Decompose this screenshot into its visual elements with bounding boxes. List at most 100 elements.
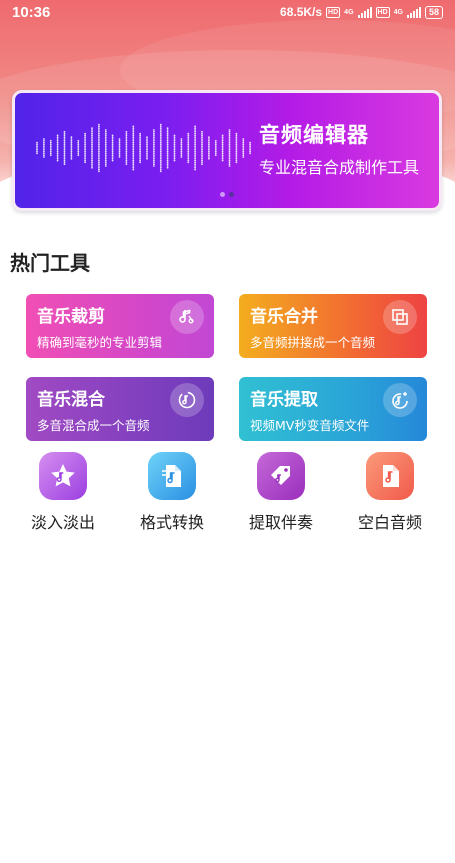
waveform-dot [194, 143, 197, 146]
waveform-dot [125, 132, 128, 135]
promo-banner[interactable]: 音频编辑器 专业混音合成制作工具 [12, 90, 442, 211]
waveform-dot [201, 157, 203, 160]
waveform-dot [118, 139, 121, 142]
waveform-dot [98, 156, 100, 158]
waveform-dot [214, 145, 217, 148]
waveform-dot [242, 152, 245, 155]
waveform-dot [125, 141, 128, 144]
waveform-dot [125, 143, 128, 146]
card-music-merge[interactable]: 音乐合并 多音频拼接成一个音频 [239, 294, 427, 358]
waveform-dot [146, 154, 148, 157]
pagination-dot[interactable] [220, 192, 225, 197]
waveform-dot [139, 154, 141, 157]
waveform-dot [194, 127, 197, 130]
waveform-dot [84, 138, 86, 140]
waveform-dot [98, 141, 100, 144]
waveform-dot [49, 148, 52, 151]
waveform-dot [132, 168, 135, 171]
waveform-dot [91, 139, 93, 142]
waveform-dot [208, 147, 210, 149]
waveform-dot [125, 163, 128, 166]
waveform-dot [63, 157, 66, 160]
waveform-dot [98, 123, 100, 126]
waveform-dot [173, 138, 176, 140]
waveform-dot [194, 161, 197, 164]
waveform-dot [173, 134, 176, 137]
net-type-label: 4G [393, 8, 403, 16]
waveform-dot [153, 139, 155, 142]
waveform-dot [146, 143, 148, 146]
waveform-dot [235, 157, 238, 160]
waveform-dot [56, 152, 59, 155]
waveform-dot [77, 139, 80, 142]
waveform-dot [56, 150, 59, 153]
waveform-dot [98, 157, 100, 160]
waveform-dot [228, 139, 231, 142]
tool-extract-accompaniment[interactable]: 提取伴奏 [231, 452, 331, 533]
waveform-dot [228, 156, 231, 158]
waveform-dot [132, 150, 135, 153]
tool-fade-in-out[interactable]: 淡入淡出 [13, 452, 113, 533]
waveform-dot [132, 159, 135, 162]
waveform-dot [139, 132, 141, 135]
card-music-cut[interactable]: 音乐裁剪 精确到毫秒的专业剪辑 [26, 294, 214, 358]
waveform-dot [159, 129, 162, 131]
waveform-dot [159, 170, 162, 173]
waveform-dot [98, 136, 100, 139]
waveform-dot [221, 148, 224, 151]
waveform-dot [201, 161, 203, 164]
waveform-dot [166, 150, 169, 153]
tool-label: 空白音频 [357, 513, 422, 532]
waveform-dot [139, 159, 141, 162]
waveform-dot [139, 150, 141, 153]
waveform-dot [146, 152, 148, 155]
waveform-dot [242, 143, 245, 146]
waveform-dot [98, 159, 100, 162]
waveform-dot [173, 136, 176, 139]
waveform-dot [111, 143, 114, 146]
waveform-dot [208, 139, 210, 142]
tool-blank-audio[interactable]: 空白音频 [340, 452, 440, 533]
tool-format-convert[interactable]: 格式转换 [122, 452, 222, 533]
waveform-dot [166, 145, 169, 148]
waveform-dot [104, 139, 107, 142]
waveform-dot [132, 147, 135, 149]
waveform-dot [214, 148, 217, 151]
tool-label: 提取伴奏 [248, 513, 313, 532]
card-music-extract[interactable]: 音乐提取 视频MV秒变音频文件 [239, 377, 427, 441]
waveform-dot [221, 141, 224, 144]
waveform-dot [104, 156, 107, 158]
status-indicators: 68.5K/s HD 4G HD 4G 58 [280, 5, 443, 19]
waveform-dot [180, 156, 183, 158]
waveform-dot [98, 148, 100, 151]
waveform-dot [201, 143, 203, 146]
waveform-dot [194, 152, 197, 155]
banner-pagination [220, 192, 234, 197]
waveform-dot [208, 157, 210, 160]
waveform-dot [173, 141, 176, 144]
waveform-dot [139, 139, 141, 142]
hd-badge: HD [375, 6, 390, 18]
waveform-dot [70, 148, 73, 151]
waveform-dot [228, 132, 231, 135]
waveform-dot [132, 134, 135, 137]
waveform-dot [111, 145, 114, 148]
waveform-dot [180, 141, 183, 144]
waveform-dot [159, 161, 162, 164]
waveform-dot [221, 154, 224, 157]
waveform-dot [194, 132, 197, 135]
waveform-dot [43, 141, 45, 144]
pagination-dot-active[interactable] [229, 192, 234, 197]
waveform-dot [214, 139, 217, 142]
waveform-dot [104, 150, 107, 153]
waveform-dot [228, 129, 231, 131]
waveform-dot [91, 127, 93, 130]
waveform-dot [56, 148, 59, 151]
waveform-dot [153, 163, 155, 166]
waveform-dot [125, 157, 128, 160]
waveform-dot [153, 157, 155, 160]
card-music-mix[interactable]: 音乐混合 多音混合成一个音频 [26, 377, 214, 441]
waveform-dot [194, 150, 197, 153]
waveform-dot [173, 147, 176, 149]
status-bar: 10:36 68.5K/s HD 4G HD 4G 58 [0, 0, 455, 26]
